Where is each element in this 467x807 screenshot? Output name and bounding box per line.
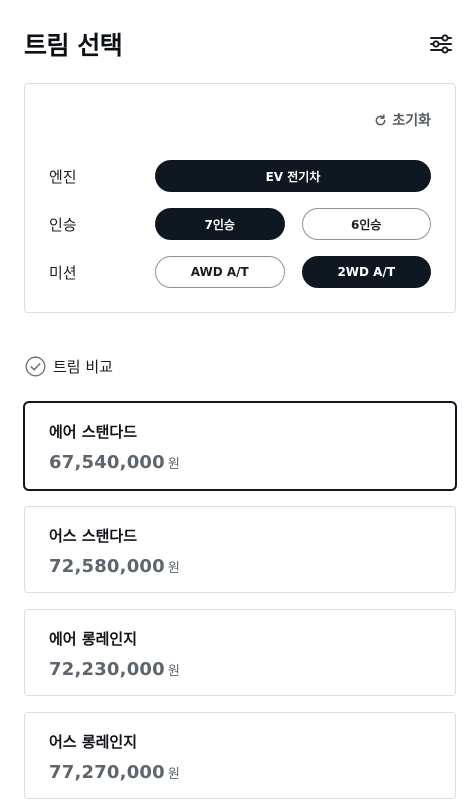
price-unit: 원	[167, 457, 180, 472]
trim-name: 에어 롱레인지	[49, 630, 138, 648]
price-value: 77,270,000	[49, 762, 165, 783]
options-card: 초기화 엔진 EV 전기차 인승 7인승 6인승 미션 AWD A/T 2WD …	[24, 83, 456, 313]
price-unit: 원	[167, 664, 180, 679]
trim-price: 67,540,000 원	[49, 452, 180, 473]
chip-ev[interactable]: EV 전기차	[155, 160, 431, 192]
trim-card-air-long-range[interactable]: 에어 롱레인지 72,230,000 원	[24, 609, 456, 696]
check-circle-icon	[25, 356, 46, 377]
chip-awd[interactable]: AWD A/T	[155, 256, 285, 288]
price-value: 67,540,000	[49, 452, 165, 473]
page-title: 트림 선택	[24, 31, 123, 60]
sliders-icon	[430, 34, 452, 54]
option-row-engine: 엔진 EV 전기차	[49, 160, 431, 192]
chip-6-seats[interactable]: 6인승	[301, 208, 431, 240]
trim-name: 어스 롱레인지	[49, 733, 138, 751]
trim-compare-label: 트림 비교	[53, 358, 113, 376]
price-value: 72,230,000	[49, 659, 165, 680]
price-unit: 원	[167, 561, 180, 576]
trim-price: 72,230,000 원	[49, 659, 180, 680]
option-row-seats: 인승 7인승 6인승	[49, 208, 431, 240]
reset-button[interactable]: 초기화	[374, 110, 431, 130]
trim-price: 72,580,000 원	[49, 556, 180, 577]
refresh-icon	[375, 113, 386, 125]
option-label-transmission: 미션	[49, 263, 77, 282]
option-row-transmission: 미션 AWD A/T 2WD A/T	[49, 256, 431, 288]
price-value: 72,580,000	[49, 556, 165, 577]
option-label-engine: 엔진	[49, 167, 77, 186]
trim-card-earth-standard[interactable]: 어스 스탠다드 72,580,000 원	[24, 506, 456, 593]
reset-label: 초기화	[392, 113, 431, 129]
chip-2wd[interactable]: 2WD A/T	[301, 256, 431, 288]
price-unit: 원	[167, 767, 180, 782]
trim-compare-toggle[interactable]: 트림 비교	[25, 356, 113, 377]
option-label-seats: 인승	[49, 215, 77, 234]
trim-card-air-standard[interactable]: 에어 스탠다드 67,540,000 원	[23, 401, 457, 491]
filter-button[interactable]	[427, 30, 455, 58]
page-header: 트림 선택	[24, 26, 455, 62]
trim-name: 에어 스탠다드	[49, 423, 138, 441]
chip-7-seats[interactable]: 7인승	[155, 208, 285, 240]
trim-card-earth-long-range[interactable]: 어스 롱레인지 77,270,000 원	[24, 712, 456, 799]
trim-price: 77,270,000 원	[49, 762, 180, 783]
trim-name: 어스 스탠다드	[49, 527, 138, 545]
